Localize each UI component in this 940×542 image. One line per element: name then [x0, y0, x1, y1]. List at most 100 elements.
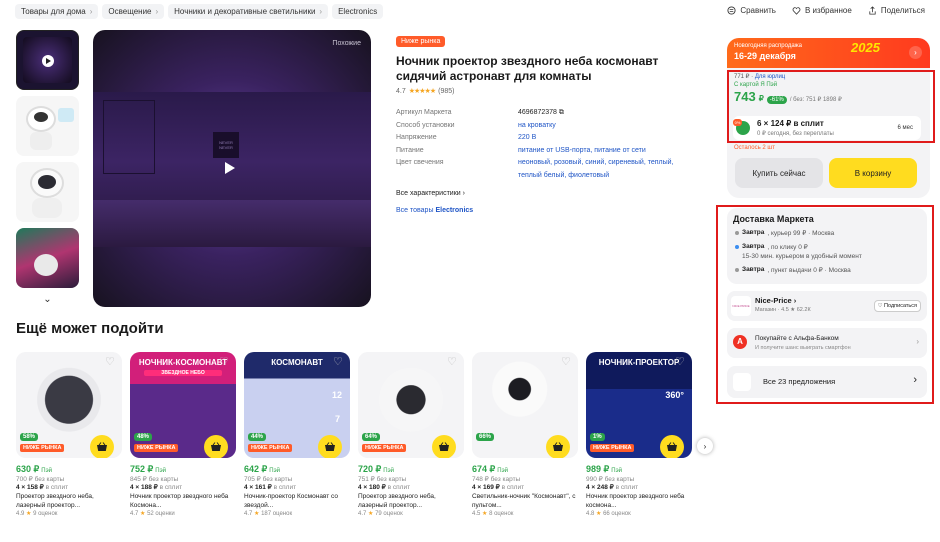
star-icon: ★	[596, 511, 602, 517]
favorite-button[interactable]: В избранное	[792, 6, 852, 15]
basket-icon	[211, 442, 221, 451]
card-title[interactable]: Проектор звездного неба, лазерный проект…	[16, 493, 122, 510]
copy-icon[interactable]: ⧉	[559, 109, 564, 116]
card-split: 4 × 158 ₽ в сплит	[16, 484, 69, 491]
play-icon[interactable]	[225, 162, 235, 174]
product-card[interactable]: ♡ 58% НИЖЕ РЫНКА 630 ₽ Пэй 700 ₽ без карт…	[16, 352, 122, 517]
breadcrumb-item[interactable]: Освещение ›	[102, 4, 165, 19]
heart-icon[interactable]: ♡	[561, 357, 572, 368]
property-row: Питание питание от USB-порта, питание от …	[396, 146, 646, 154]
window-image	[103, 100, 155, 174]
card-title[interactable]: Ночник проектор звездного неба космона..…	[586, 493, 692, 510]
share-button[interactable]: Поделиться	[868, 6, 925, 15]
all-characteristics-link[interactable]: Все характеристики ›	[396, 190, 696, 197]
card-rating: 4.5 ★ 8 оценок	[472, 511, 514, 517]
compare-icon	[727, 6, 736, 15]
top-bar: Товары для дома › Освещение › Ночники и де…	[0, 0, 940, 24]
product-image[interactable]: НОЧНИК-КОСМОНАВТ ЗВЕЗДНОЕ НЕБО ♡ 48% НИЖЕ…	[130, 352, 236, 458]
play-icon	[42, 55, 54, 67]
product-info: Ниже рынка Ночник проектор звездного неб…	[396, 30, 696, 214]
product-image[interactable]: КОСМОНАВТ 12 7 ♡ 44% НИЖЕ РЫНКА	[244, 352, 350, 458]
sale-promo-banner[interactable]: Новогодняя распродажа 16-29 декабря 2025…	[727, 38, 930, 68]
card-price: 752 ₽ Пэй	[130, 464, 166, 474]
card-title[interactable]: Проектор звездного неба, лазерный проект…	[358, 493, 464, 510]
share-icon	[869, 6, 876, 15]
discount-badge: 1%	[590, 433, 605, 441]
thumbnail-image[interactable]	[16, 228, 79, 288]
thumbnail-image[interactable]	[16, 162, 79, 222]
similar-link[interactable]: Похожие	[332, 40, 361, 47]
add-to-cart-button[interactable]	[432, 435, 456, 458]
below-market-badge[interactable]: Ниже рынка	[396, 36, 446, 47]
card-price-no-card: 845 ₽ без карты	[130, 476, 179, 483]
product-card[interactable]: НОЧНИК-КОСМОНАВТ ЗВЕЗДНОЕ НЕБО ♡ 48% НИЖЕ…	[130, 352, 236, 517]
heart-icon	[792, 7, 801, 15]
discount-badge: 44%	[248, 433, 267, 441]
card-price: 674 ₽ Пэй	[472, 464, 508, 474]
heart-icon[interactable]: ♡	[447, 357, 458, 368]
add-to-cart-button[interactable]	[90, 435, 114, 458]
highlight-box-delivery	[716, 205, 934, 404]
star-icon: ★	[26, 511, 32, 517]
heart-icon[interactable]: ♡	[219, 357, 230, 368]
compare-button[interactable]: Сравнить	[727, 6, 776, 15]
highlight-box-price	[727, 70, 935, 143]
card-price: 720 ₽ Пэй	[358, 464, 394, 474]
rating-stars-icon: ★★★★★	[408, 88, 436, 95]
property-row: Артикул Маркета 4696872378 ⧉	[396, 107, 696, 120]
product-image[interactable]: ♡ 64% НИЖЕ РЫНКА	[358, 352, 464, 458]
product-image[interactable]: ♡ 58% НИЖЕ РЫНКА	[16, 352, 122, 458]
buy-now-button[interactable]: Купить сейчас	[735, 158, 823, 188]
breadcrumb-item[interactable]: Ночники и декоративные светильники ›	[168, 4, 329, 19]
card-price: 989 ₽ Пэй	[586, 464, 622, 474]
breadcrumb: Товары для дома › Освещение › Ночники и де…	[15, 4, 384, 19]
product-card[interactable]: ♡ 66% 674 ₽ Пэй 748 ₽ без карты 4 × 169 ₽…	[472, 352, 578, 517]
add-to-cart-button[interactable]	[546, 435, 570, 458]
product-card[interactable]: КОСМОНАВТ 12 7 ♡ 44% НИЖЕ РЫНКА 642 ₽ Пэй 7…	[244, 352, 350, 517]
below-market-badge: НИЖЕ РЫНКА	[248, 444, 293, 452]
heart-icon[interactable]: ♡	[105, 357, 116, 368]
product-properties: Артикул Маркета 4696872378 ⧉ Способ устан…	[396, 107, 696, 182]
breadcrumb-item[interactable]: Товары для дома ›	[15, 4, 99, 19]
product-title: Ночник проектор звездного неба космонавт…	[396, 54, 659, 83]
card-rating: 4.7 ★ 187 оценок	[244, 511, 293, 517]
basket-icon	[553, 442, 563, 451]
arrow-right-icon: ›	[909, 46, 922, 59]
brand-link[interactable]: Все товары Electronics	[396, 207, 696, 214]
discount-badge: 58%	[20, 433, 39, 441]
property-row: Напряжение 220 В	[396, 134, 537, 141]
card-art-subtitle: ЗВЕЗДНОЕ НЕБО	[144, 370, 222, 376]
heart-icon[interactable]: ♡	[675, 357, 686, 368]
card-art-number: 360°	[665, 390, 684, 400]
card-title[interactable]: Светильник-ночник "Космонавт", с пультом…	[472, 493, 578, 510]
add-to-cart-button[interactable]	[660, 435, 684, 458]
thumbnail-video[interactable]	[16, 30, 79, 90]
card-art-number: 7	[334, 414, 340, 424]
product-image[interactable]: ♡ 66%	[472, 352, 578, 458]
discount-badge: 66%	[476, 433, 495, 441]
card-split: 4 × 169 ₽ в сплит	[472, 484, 525, 491]
chevron-right-icon: ›	[462, 190, 465, 197]
card-price-no-card: 748 ₽ без карты	[472, 476, 521, 483]
card-rating: 4.8 ★ 66 оценок	[586, 511, 631, 517]
card-rating: 4.7 ★ 52 оценки	[130, 511, 175, 517]
main-product-video[interactable]: Похожие NEVER NEVER	[93, 30, 371, 307]
product-card[interactable]: НОЧНИК-ПРОЕКТОР 360° ♡ 1% НИЖЕ РЫНКА 989 …	[586, 352, 692, 517]
property-row: Цвет свечения неоновый, розовый, синий, с…	[396, 159, 674, 179]
product-image[interactable]: НОЧНИК-ПРОЕКТОР 360° ♡ 1% НИЖЕ РЫНКА	[586, 352, 692, 458]
add-to-cart-button[interactable]	[204, 435, 228, 458]
product-card[interactable]: ♡ 64% НИЖЕ РЫНКА 720 ₽ Пэй 751 ₽ без карт…	[358, 352, 464, 517]
chevron-right-icon: ›	[89, 7, 93, 16]
breadcrumb-item[interactable]: Electronics	[332, 4, 384, 19]
add-to-cart-button[interactable]	[318, 435, 342, 458]
product-rating[interactable]: 4.7 ★★★★★ (985)	[396, 87, 696, 96]
gallery-thumbnails: ⌄	[16, 30, 80, 305]
add-to-cart-button[interactable]: В корзину	[829, 158, 917, 188]
heart-icon[interactable]: ♡	[333, 357, 344, 368]
thumbnail-image[interactable]	[16, 96, 79, 156]
carousel-next-button[interactable]: ›	[697, 438, 713, 454]
card-title[interactable]: Ночник-проектор Космонавт со звездой...	[244, 493, 350, 510]
chevron-down-icon[interactable]: ⌄	[16, 294, 79, 305]
basket-icon	[439, 442, 449, 451]
card-title[interactable]: Ночник проектор звездного неба Космона..…	[130, 493, 236, 510]
